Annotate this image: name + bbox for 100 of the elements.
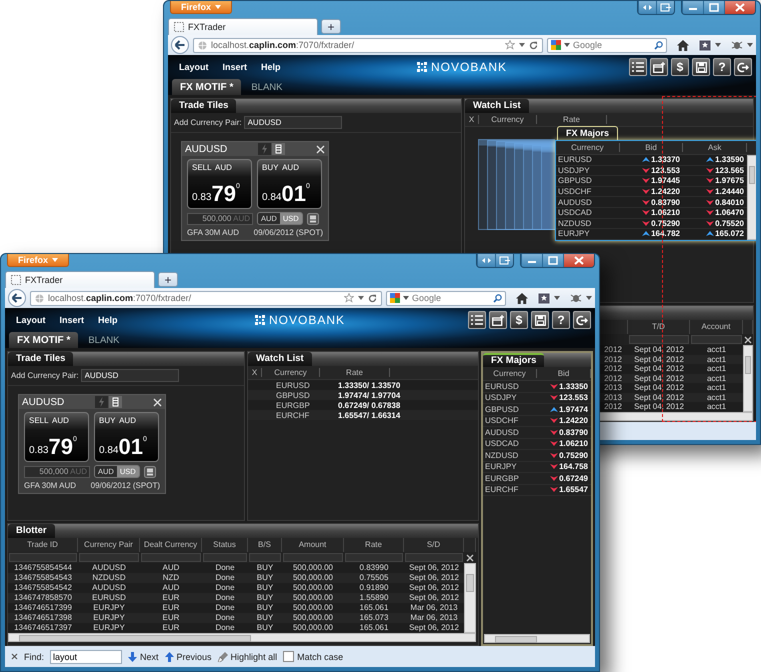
toolbar-button[interactable]: $ [671,58,689,76]
currency-pair-field[interactable]: AUDUSD [80,369,179,382]
new-tab-button[interactable]: + [321,19,341,34]
table-cell-text: EURCHF [275,410,310,420]
filter-field[interactable] [405,553,463,562]
caret-icon [52,258,58,262]
grid-icon[interactable] [109,396,122,408]
amount-field[interactable]: 500,000 AUD [24,466,90,478]
toolbar-button[interactable] [468,311,486,329]
toolbar-button[interactable]: ? [713,58,731,76]
bug-icon[interactable] [570,293,582,303]
scrollbar[interactable] [743,345,753,412]
browser-tab[interactable]: FXTrader [5,271,155,288]
toolbar-button[interactable] [692,58,710,76]
star-icon[interactable] [344,293,354,303]
menu-item[interactable]: Insert [52,315,92,325]
scrollbar[interactable] [484,634,590,643]
search-icon[interactable] [654,40,663,50]
address-field[interactable]: localhost.caplin.com:7070/fxtrader/ [30,290,382,306]
search-field[interactable]: Google [412,293,490,303]
close-icon[interactable] [466,554,474,562]
grid-icon[interactable] [272,143,286,155]
scrollbar[interactable] [464,563,476,633]
filter-field[interactable] [141,553,201,562]
search-box[interactable]: Google [386,290,506,306]
filter-field[interactable] [345,553,403,562]
toolbar-button[interactable]: $ [510,311,528,329]
next-button[interactable]: Next [128,652,159,662]
menu-item[interactable]: Layout [172,62,216,72]
toolbar-button[interactable] [650,58,668,76]
search-box[interactable]: Google [547,38,667,52]
menu-item[interactable]: Help [254,62,288,72]
filter-field[interactable] [79,553,139,562]
column-header: Ask [683,143,748,152]
panel-title: Blotter [8,524,55,538]
workspace-tab[interactable]: FX MOTIF * [9,332,78,348]
address-field[interactable]: localhost.caplin.com:7070/fxtrader/ [193,38,543,52]
table-cell: EUR [140,603,202,613]
search-field[interactable]: Google [573,40,651,50]
caret-icon [747,43,753,47]
filter-field[interactable] [9,553,77,562]
ticket-icon[interactable] [144,466,156,478]
column-header: Currency Pair [78,538,140,552]
toolbar-button[interactable] [489,311,507,329]
menu-item[interactable]: Help [91,315,125,325]
globe-icon [198,40,207,50]
filter-field[interactable] [249,553,281,562]
down-arrow-icon [128,652,138,662]
toolbar-button[interactable] [629,58,647,76]
table-cell-text: AUDUSD [557,198,593,207]
popout-icon[interactable] [656,1,674,14]
table-cell: 1.33370 [651,155,680,164]
scrollbar[interactable] [8,633,476,642]
close-icon[interactable] [11,653,18,660]
back-icon[interactable] [8,289,26,307]
scrollbar[interactable] [747,155,756,240]
table-cell: 1.06470 [715,208,744,218]
exit-icon [576,314,588,326]
previous-button[interactable]: Previous [164,652,212,662]
back-icon[interactable] [171,36,189,54]
ticket-icon[interactable] [306,212,319,224]
bug-icon[interactable] [731,40,743,50]
new-tab-button[interactable]: + [158,272,178,287]
workspace-tab[interactable]: FX MOTIF * [172,79,242,95]
star-icon[interactable] [505,40,515,50]
close-icon[interactable] [744,336,752,344]
toolbar-button[interactable] [734,58,752,76]
table-cell-text: GBPUSD [557,176,593,186]
close-icon[interactable] [724,1,755,14]
close-icon[interactable] [563,254,594,267]
table-cell: Sept 06, 2012 [404,573,464,583]
table-cell: Done [202,613,248,623]
menu-item[interactable]: Insert [216,62,254,72]
reload-icon[interactable] [368,294,377,302]
workspace-tab[interactable]: BLANK [80,332,128,348]
column-header [598,320,628,334]
toolbar-button[interactable] [573,311,591,329]
home-icon[interactable] [677,40,689,50]
filter-field[interactable] [629,335,689,344]
currency-pair-field[interactable]: AUDUSD [244,116,342,129]
toolbar-button[interactable] [531,311,549,329]
exit-icon [737,62,749,72]
toolbar-button[interactable]: ? [552,311,570,329]
highlight-button[interactable]: Highlight all [218,652,278,662]
browser-tab[interactable]: FXTrader [168,18,318,35]
menu-item[interactable]: Layout [9,315,53,325]
filter-field[interactable] [283,553,343,562]
bookmarks-icon[interactable] [699,40,711,50]
filter-field[interactable] [691,335,742,344]
bookmarks-icon[interactable] [538,292,550,304]
workspace-tab[interactable]: BLANK [243,79,290,95]
home-icon[interactable] [516,292,528,304]
checkbox[interactable] [283,651,294,662]
amount-field[interactable]: 500,000 AUD [187,212,253,224]
reload-icon[interactable] [529,40,538,50]
search-icon[interactable] [493,294,502,302]
filter-field[interactable] [203,553,247,562]
find-field[interactable]: layout [50,650,122,664]
popout-icon[interactable] [495,254,513,267]
save-icon [696,62,706,72]
